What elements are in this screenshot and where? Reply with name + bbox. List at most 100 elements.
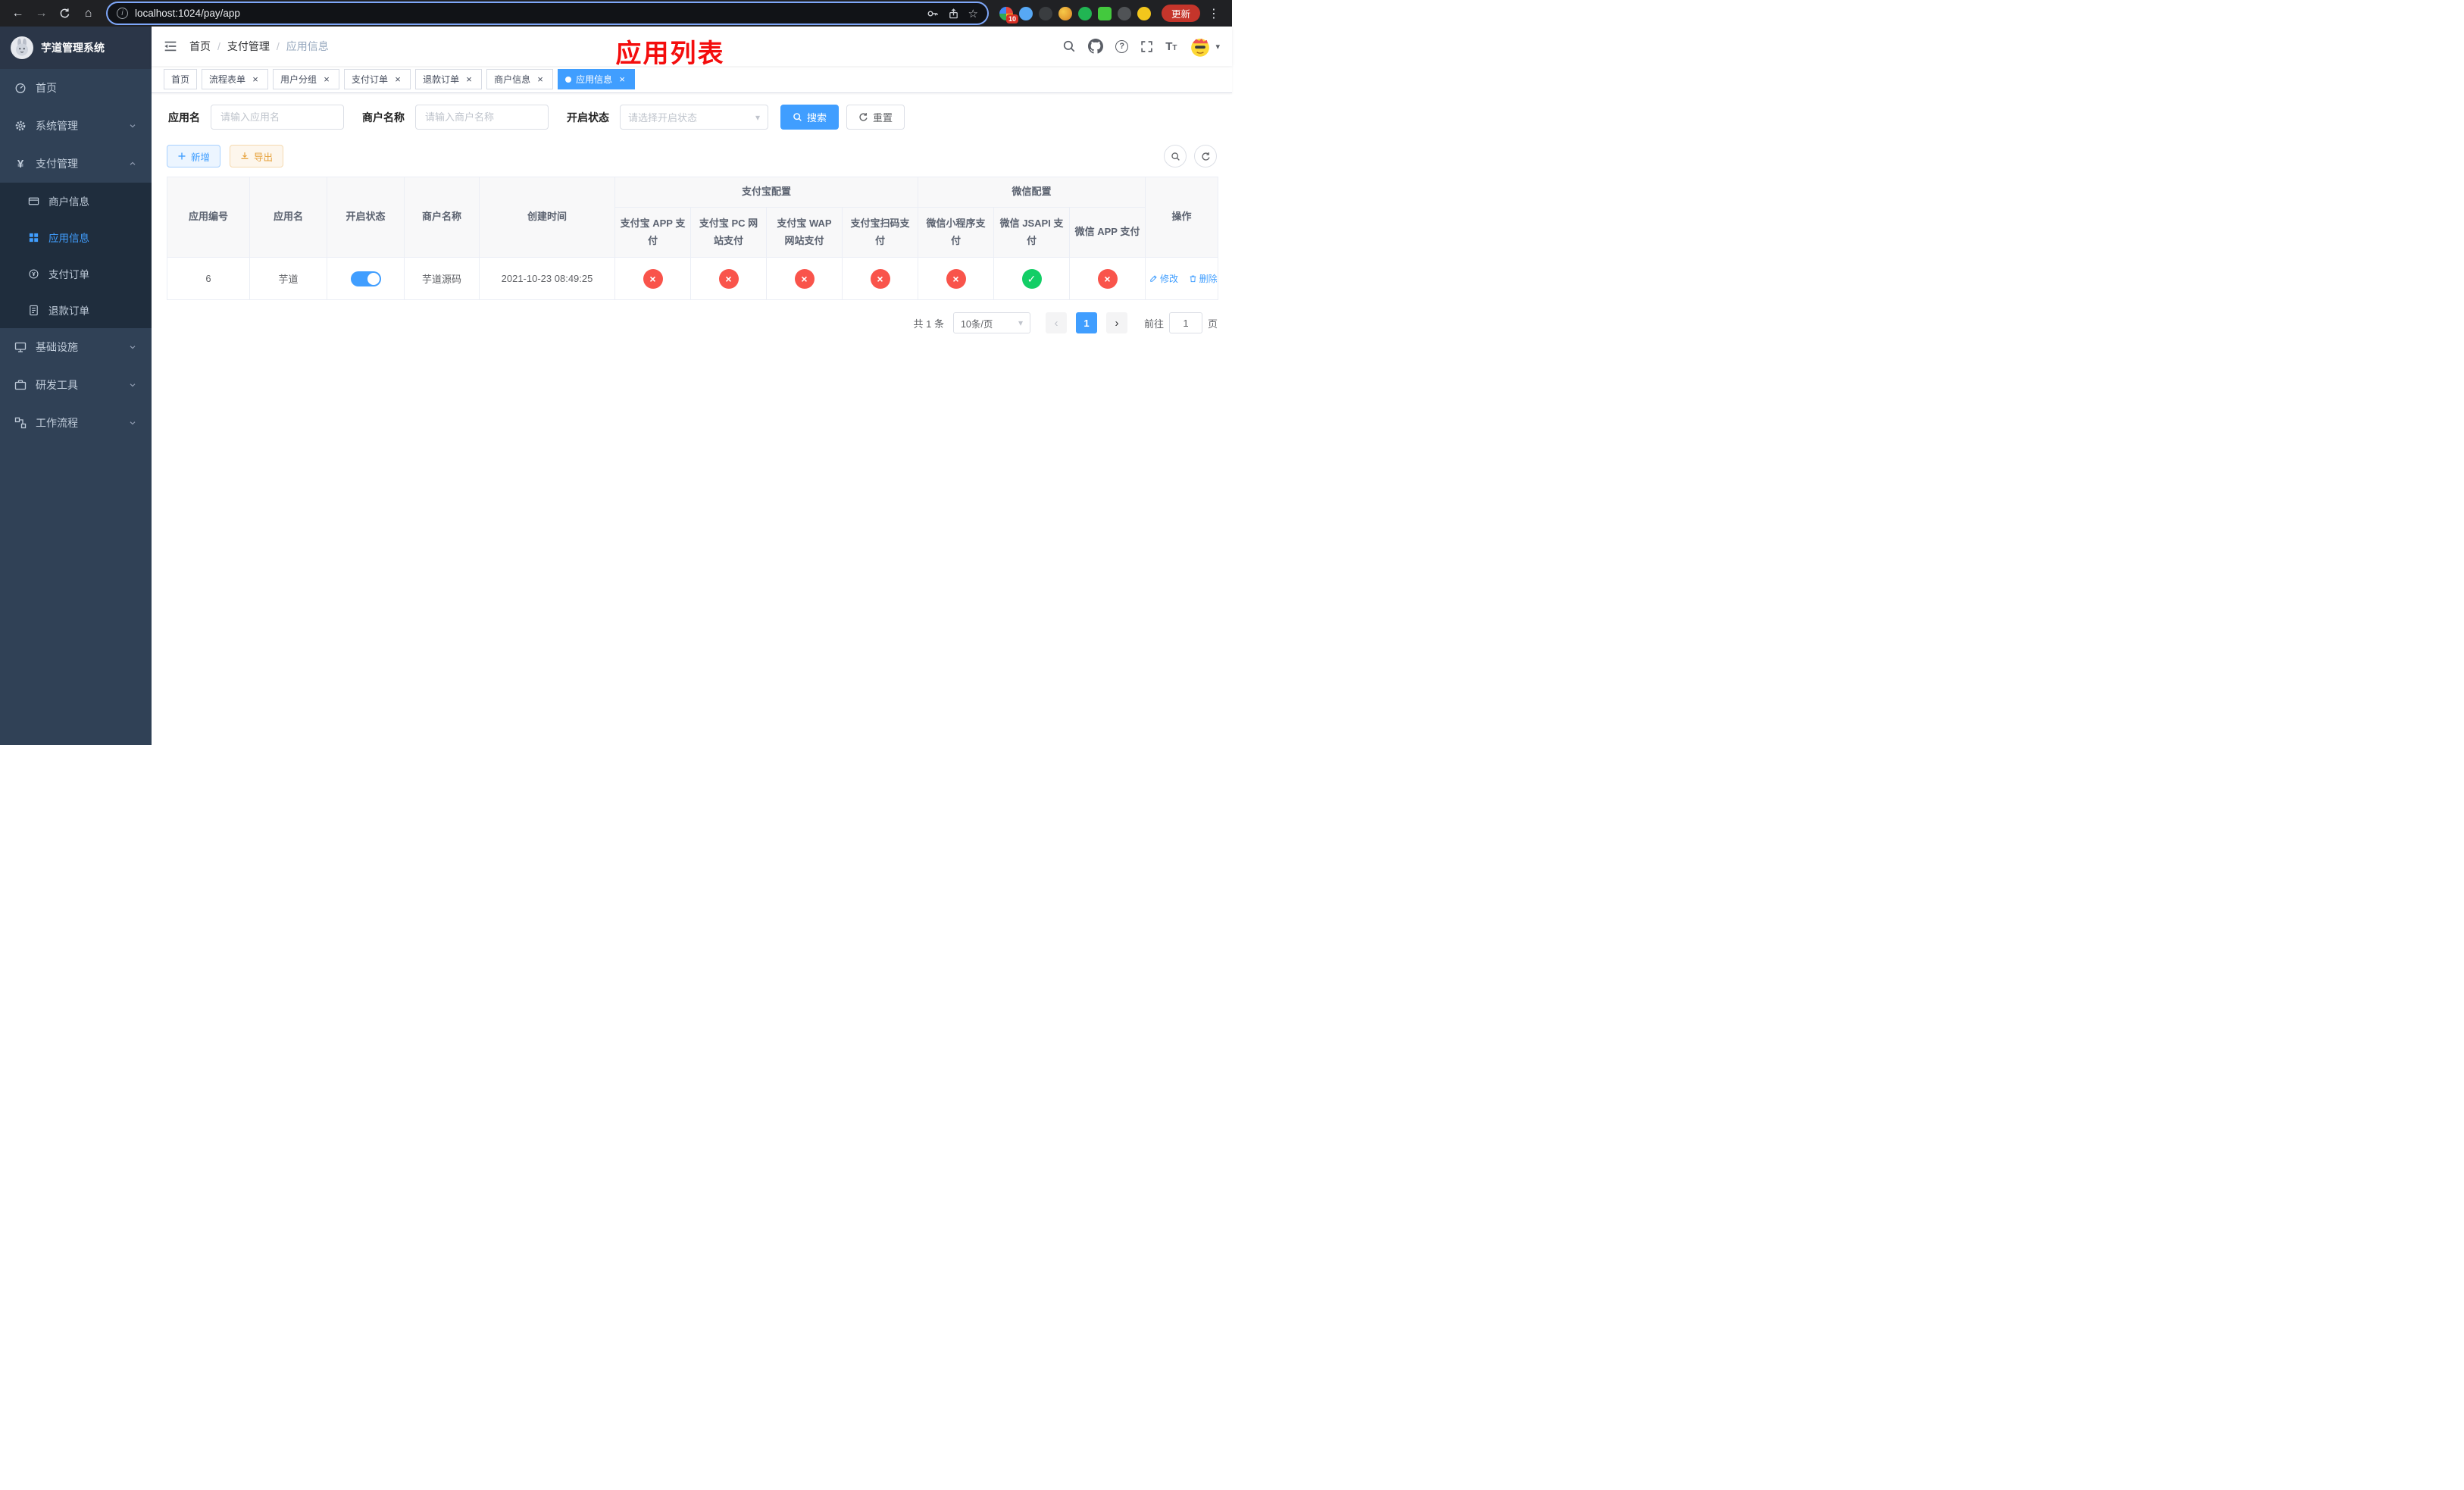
status-label: 开启状态: [567, 111, 609, 124]
tab-process-form[interactable]: 流程表单 ×: [202, 69, 269, 89]
sidebar-item-workflow[interactable]: 工作流程: [0, 404, 152, 442]
sidebar-item-payment[interactable]: ¥ 支付管理: [0, 145, 152, 183]
column-header: 支付宝 WAP 网站支付: [766, 207, 843, 258]
share-icon[interactable]: [948, 8, 959, 20]
password-key-icon[interactable]: [927, 8, 939, 20]
ext-icon-green-chat[interactable]: [1097, 6, 1112, 20]
tab-pay-orders[interactable]: 支付订单 ×: [344, 69, 411, 89]
ext-icon-avatar[interactable]: [1058, 6, 1072, 20]
sidebar-item-app-info[interactable]: 应用信息: [0, 219, 152, 255]
gear-icon: [14, 120, 27, 132]
tab-merchant-info[interactable]: 商户信息 ×: [486, 69, 554, 89]
sidebar-item-system[interactable]: 系统管理: [0, 107, 152, 145]
sidebar-item-home[interactable]: 首页: [0, 69, 152, 107]
app-name-input[interactable]: [211, 105, 344, 130]
next-page-button[interactable]: ›: [1105, 312, 1127, 333]
extensions-row: 10: [999, 6, 1151, 23]
url-bar[interactable]: i localhost:1024/pay/app ☆: [108, 3, 987, 23]
tab-user-group[interactable]: 用户分组 ×: [273, 69, 340, 89]
browser-reload-button[interactable]: [55, 3, 75, 23]
bookmark-star-icon[interactable]: ☆: [968, 7, 978, 20]
refresh-icon: [859, 113, 868, 121]
prev-page-button[interactable]: ‹: [1045, 312, 1067, 333]
chevron-down-icon: [128, 418, 137, 427]
help-icon[interactable]: ?: [1115, 39, 1129, 53]
download-icon: [241, 152, 249, 159]
cell-app-id: 6: [167, 257, 250, 300]
breadcrumb-payment[interactable]: 支付管理: [227, 39, 270, 54]
app-logo[interactable]: 芋道管理系统: [0, 27, 152, 69]
status-select[interactable]: 请选择开启状态 ▾: [620, 105, 768, 130]
close-icon[interactable]: ×: [321, 74, 332, 85]
ext-icon-face[interactable]: [1137, 6, 1151, 20]
close-icon[interactable]: ×: [535, 74, 546, 85]
merchant-name-input[interactable]: [415, 105, 549, 130]
close-icon[interactable]: ×: [250, 74, 261, 85]
status-cross-icon: ×: [643, 268, 663, 289]
app-title: 芋道管理系统: [41, 42, 105, 54]
column-header: 微信 APP 支付: [1069, 207, 1146, 258]
sidebar-item-dev-tools[interactable]: 研发工具: [0, 366, 152, 404]
github-icon[interactable]: [1088, 39, 1104, 54]
current-page-button[interactable]: 1: [1075, 312, 1097, 333]
tab-label: 退款订单: [423, 74, 460, 85]
chevron-down-icon: ▾: [1018, 318, 1023, 328]
cell-created: 2021-10-23 08:49:25: [479, 257, 615, 300]
refresh-table-button[interactable]: [1194, 145, 1217, 167]
table-toolbar: 新增 导出: [167, 145, 1217, 167]
row-enabled-toggle[interactable]: [350, 271, 381, 286]
content: 应用名 商户名称 开启状态 请选择开启状态 ▾ 搜索 重置: [152, 93, 1232, 745]
chevron-down-icon: ▾: [755, 111, 760, 123]
ext-icon-dark[interactable]: [1038, 6, 1052, 20]
user-avatar: [1191, 39, 1210, 57]
tab-home[interactable]: 首页: [164, 69, 198, 89]
page-size-select[interactable]: 10条/页 ▾: [952, 312, 1030, 333]
ext-icon-green-check[interactable]: [1077, 6, 1092, 20]
search-icon[interactable]: [1062, 39, 1076, 53]
chevron-down-icon: ▾: [1215, 42, 1220, 52]
status-cross-icon: ×: [870, 268, 890, 289]
chrome-menu-icon[interactable]: ⋮: [1203, 6, 1224, 21]
site-info-icon[interactable]: i: [117, 8, 128, 19]
goto-page-input[interactable]: [1168, 312, 1202, 333]
ext-icon-colorful[interactable]: 10: [999, 6, 1018, 23]
sidebar-fold-icon[interactable]: [164, 39, 177, 53]
breadcrumb-home[interactable]: 首页: [189, 39, 211, 54]
font-size-icon[interactable]: TT: [1165, 41, 1177, 52]
close-icon[interactable]: ×: [464, 74, 474, 85]
close-icon[interactable]: ×: [392, 74, 403, 85]
browser-forward-button[interactable]: →: [31, 3, 52, 23]
tab-refund-orders[interactable]: 退款订单 ×: [415, 69, 483, 89]
fullscreen-icon[interactable]: [1140, 40, 1153, 53]
delete-button[interactable]: 删除: [1189, 272, 1218, 285]
ext-icon-gray[interactable]: [1117, 6, 1131, 20]
monitor-icon: [14, 341, 27, 353]
active-dot-icon: [565, 76, 572, 83]
url-text[interactable]: localhost:1024/pay/app: [135, 8, 920, 19]
status-check-icon: ✓: [1021, 268, 1042, 289]
ext-icon-blue[interactable]: [1018, 6, 1033, 20]
add-button[interactable]: 新增: [167, 145, 221, 167]
edit-button[interactable]: 修改: [1149, 272, 1178, 285]
sidebar-item-pay-orders[interactable]: 支付订单: [0, 255, 152, 292]
browser-back-button[interactable]: ←: [8, 3, 28, 23]
chrome-update-button[interactable]: 更新: [1161, 5, 1200, 22]
browser-home-button[interactable]: ⌂: [78, 3, 98, 23]
close-icon[interactable]: ×: [617, 74, 627, 85]
sidebar-item-infrastructure[interactable]: 基础设施: [0, 328, 152, 366]
export-button[interactable]: 导出: [230, 145, 284, 167]
tab-app-info[interactable]: 应用信息 ×: [558, 69, 636, 89]
toggle-search-button[interactable]: [1164, 145, 1187, 167]
status-select-placeholder: 请选择开启状态: [628, 112, 698, 124]
user-menu[interactable]: ▾: [1189, 35, 1220, 58]
reset-button[interactable]: 重置: [846, 105, 905, 130]
sidebar-item-merchant-info[interactable]: 商户信息: [0, 183, 152, 219]
plus-icon: [178, 152, 186, 160]
search-button[interactable]: 搜索: [780, 105, 840, 130]
breadcrumb: 首页 / 支付管理 / 应用信息: [189, 39, 329, 54]
tab-label: 支付订单: [352, 74, 389, 85]
grid-icon: [27, 232, 39, 243]
tab-label: 用户分组: [280, 74, 317, 85]
sidebar-item-refund-orders[interactable]: 退款订单: [0, 292, 152, 328]
column-header: 操作: [1145, 177, 1219, 258]
